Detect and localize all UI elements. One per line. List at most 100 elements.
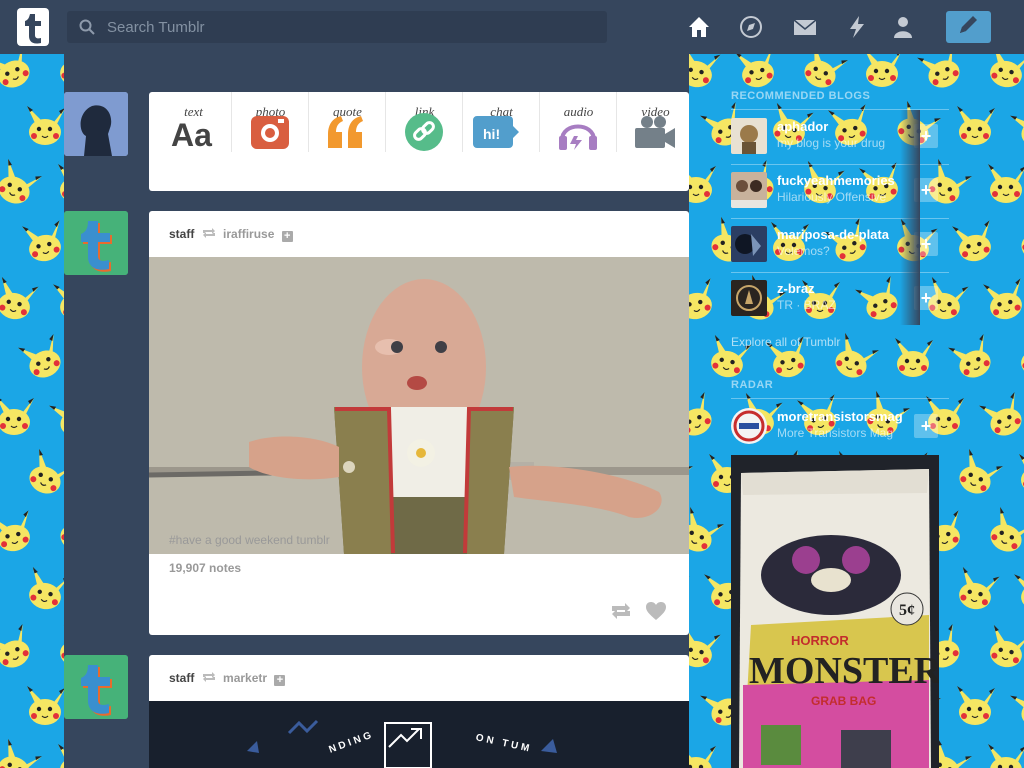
blog-avatar bbox=[731, 118, 767, 154]
compose-button[interactable] bbox=[946, 11, 991, 43]
post-card: staff marketr + NDING ON TUM bbox=[149, 655, 689, 768]
pikachu-pattern-tile bbox=[916, 54, 969, 94]
post-header: staff iraffiruse + bbox=[169, 227, 293, 242]
pikachu-pattern-tile bbox=[952, 448, 1005, 501]
post-type-bar: text Aa photo quote link chat hi! audio … bbox=[149, 92, 689, 191]
post-tags[interactable]: #have a good weekend tumblr bbox=[169, 533, 330, 547]
blog-subtitle: More Transistors Mag bbox=[777, 426, 894, 440]
pikachu-pattern-tile bbox=[987, 163, 1024, 204]
heart-icon[interactable] bbox=[645, 601, 667, 621]
divider bbox=[731, 398, 949, 399]
blog-avatar bbox=[731, 172, 767, 208]
pikachu-pattern-tile bbox=[797, 54, 850, 95]
follow-plus-icon[interactable]: + bbox=[274, 675, 286, 686]
inbox-icon[interactable] bbox=[792, 14, 818, 40]
follow-plus-icon[interactable]: + bbox=[914, 414, 938, 438]
pikachu-pattern-tile bbox=[0, 276, 40, 324]
pikachu-pattern-tile bbox=[951, 217, 998, 266]
blog-avatar bbox=[731, 408, 767, 444]
pikachu-pattern-tile bbox=[1018, 453, 1024, 494]
post-text-button[interactable]: text Aa bbox=[155, 92, 232, 191]
pikachu-pattern-tile bbox=[863, 54, 903, 88]
reblog-icon[interactable] bbox=[609, 601, 633, 621]
blog-subtitle: Hilariously Offensive bbox=[777, 190, 887, 204]
pikachu-pattern-tile bbox=[1009, 99, 1024, 152]
chat-icon: hi! bbox=[473, 116, 519, 148]
scroll-fade bbox=[900, 110, 920, 325]
user-avatar[interactable] bbox=[64, 92, 128, 156]
pikachu-pattern-tile bbox=[17, 331, 70, 384]
pikachu-pattern-tile bbox=[1016, 334, 1024, 382]
post-author[interactable]: staff bbox=[169, 671, 194, 685]
post-quote-button[interactable]: quote bbox=[309, 92, 386, 191]
pikachu-pattern-tile bbox=[0, 54, 39, 94]
silhouette-icon bbox=[64, 92, 128, 156]
blog-avatar bbox=[731, 280, 767, 316]
monsters-text: MONSTERS bbox=[749, 650, 939, 692]
blog-subtitle: my blog is your drug bbox=[777, 136, 886, 150]
pikachu-pattern-tile bbox=[978, 389, 1024, 442]
post-photo[interactable] bbox=[149, 257, 689, 554]
pikachu-pattern-tile bbox=[1009, 679, 1024, 732]
camera-icon bbox=[251, 116, 289, 149]
blog-subtitle: Volemos? bbox=[777, 244, 830, 258]
staff-avatar[interactable] bbox=[64, 211, 128, 275]
pencil-icon bbox=[960, 16, 977, 33]
post-photo-button[interactable]: photo bbox=[232, 92, 309, 191]
reblog-icon bbox=[202, 672, 215, 682]
pikachu-pattern-tile bbox=[894, 337, 934, 378]
pikachu-pattern-tile bbox=[956, 105, 996, 146]
search-icon bbox=[79, 19, 95, 35]
post-audio-button[interactable]: audio bbox=[540, 92, 617, 191]
reblog-icon bbox=[202, 228, 215, 238]
post-notes-count[interactable]: 19,907 notes bbox=[169, 561, 241, 575]
price-text: 5¢ bbox=[899, 602, 915, 619]
pikachu-pattern-tile bbox=[0, 507, 37, 556]
text-icon: Aa bbox=[171, 117, 212, 153]
post-video-button[interactable]: video bbox=[617, 92, 689, 191]
blog-name: z-braz bbox=[777, 281, 815, 296]
pikachu-pattern-tile bbox=[0, 738, 44, 768]
horror-text: HORROR bbox=[791, 633, 849, 648]
pikachu-pattern-tile bbox=[1014, 216, 1024, 269]
pikachu-pattern-tile bbox=[734, 54, 781, 92]
explore-all-link[interactable]: Explore all of Tumblr bbox=[731, 335, 840, 349]
post-image[interactable]: NDING ON TUM bbox=[149, 701, 689, 768]
radar-title: RADAR bbox=[731, 379, 774, 391]
account-icon[interactable] bbox=[890, 14, 916, 40]
pikachu-pattern-tile bbox=[987, 743, 1024, 768]
pikachu-pattern-tile bbox=[947, 331, 1000, 384]
pikachu-pattern-tile bbox=[21, 217, 68, 266]
post-chat-button[interactable]: chat hi! bbox=[463, 92, 540, 191]
follow-plus-icon[interactable]: + bbox=[281, 231, 293, 242]
staff-avatar[interactable] bbox=[64, 655, 128, 719]
activity-icon[interactable] bbox=[844, 14, 870, 40]
reblogged-from[interactable]: iraffiruse bbox=[223, 227, 274, 241]
top-header bbox=[0, 0, 1024, 54]
pikachu-pattern-tile bbox=[985, 624, 1024, 672]
radar-post-image[interactable]: 5¢ HORROR MONSTERS GRAB BAG bbox=[731, 455, 939, 768]
link-icon bbox=[405, 113, 443, 151]
headphones-icon bbox=[559, 124, 597, 150]
tumblr-t-icon bbox=[64, 211, 128, 275]
post-link-button[interactable]: link bbox=[386, 92, 463, 191]
post-author[interactable]: staff bbox=[169, 227, 194, 241]
blog-name: fuckyeahmemories bbox=[777, 173, 895, 188]
search-box[interactable] bbox=[67, 11, 607, 43]
search-input[interactable] bbox=[107, 11, 587, 43]
explore-icon[interactable] bbox=[738, 14, 764, 40]
video-camera-icon bbox=[635, 116, 675, 148]
radar-blog[interactable]: moretransistorsmag More Transistors Mag … bbox=[731, 404, 949, 448]
pikachu-pattern-tile bbox=[26, 105, 66, 146]
svg-text:Aa: Aa bbox=[171, 117, 212, 153]
tumblr-logo-icon[interactable] bbox=[17, 8, 49, 46]
home-icon[interactable] bbox=[686, 14, 712, 40]
pikachu-pattern-tile bbox=[1013, 565, 1024, 614]
tumblr-t-icon bbox=[64, 655, 128, 719]
blog-name: moretransistorsmag bbox=[777, 409, 903, 424]
blog-name: mariposa-de-plata bbox=[777, 227, 889, 242]
pikachu-pattern-tile bbox=[985, 54, 1024, 92]
reblogged-from[interactable]: marketr bbox=[223, 671, 267, 685]
pikachu-pattern-tile bbox=[0, 395, 35, 436]
pikachu-pattern-tile bbox=[983, 506, 1024, 559]
